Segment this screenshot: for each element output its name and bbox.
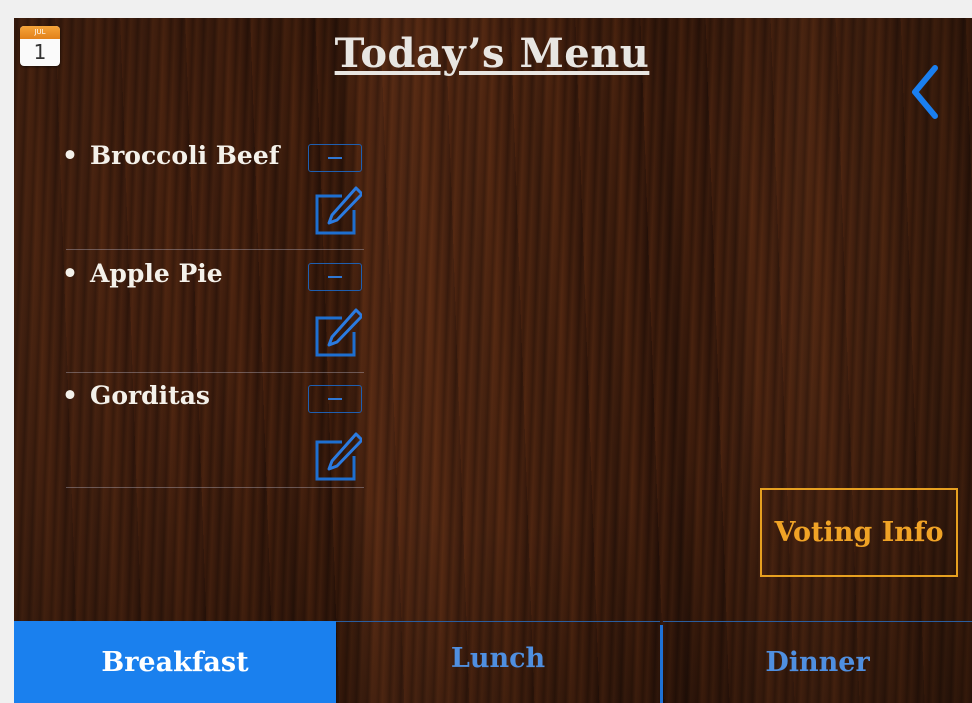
remove-item-button[interactable] [308, 385, 362, 413]
item-separator [66, 487, 364, 488]
bullet: • [62, 381, 78, 410]
menu-item-text: Broccoli Beef [89, 141, 280, 170]
voting-info-button[interactable]: Voting Info [760, 488, 958, 577]
edit-icon [315, 186, 364, 235]
menu-item-label: • Apple Pie [62, 259, 223, 288]
remove-item-button[interactable] [308, 263, 362, 291]
meal-tab-bar: Breakfast Lunch Dinner [14, 621, 972, 703]
bullet: • [62, 141, 78, 170]
page-title: Today’s Menu [334, 30, 650, 77]
menu-item-label: • Gorditas [62, 381, 210, 410]
back-button[interactable] [905, 62, 945, 122]
edit-item-button[interactable] [312, 432, 364, 482]
remove-item-button[interactable] [308, 144, 362, 172]
calendar-icon-month: JUL [20, 26, 60, 39]
tab-dinner[interactable]: Dinner [663, 621, 972, 703]
menu-item-text: Gorditas [89, 381, 210, 410]
calendar-icon[interactable]: JUL 1 [20, 26, 60, 66]
menu-item-text: Apple Pie [89, 259, 223, 288]
minus-icon [328, 157, 342, 159]
minus-icon [328, 398, 342, 400]
menu-item-label: • Broccoli Beef [62, 141, 279, 170]
edit-item-button[interactable] [312, 308, 364, 358]
tab-breakfast[interactable]: Breakfast [14, 621, 336, 703]
bullet: • [62, 259, 78, 288]
edit-icon [315, 308, 364, 357]
tab-lunch[interactable]: Lunch [336, 621, 660, 703]
item-separator [66, 372, 364, 373]
edit-icon [315, 432, 364, 481]
minus-icon [328, 276, 342, 278]
calendar-icon-day: 1 [33, 40, 47, 64]
item-separator [66, 249, 364, 250]
chevron-left-icon [912, 65, 938, 119]
wood-background [14, 18, 972, 703]
edit-item-button[interactable] [312, 186, 364, 236]
tab-lunch-label: Lunch [450, 643, 546, 674]
